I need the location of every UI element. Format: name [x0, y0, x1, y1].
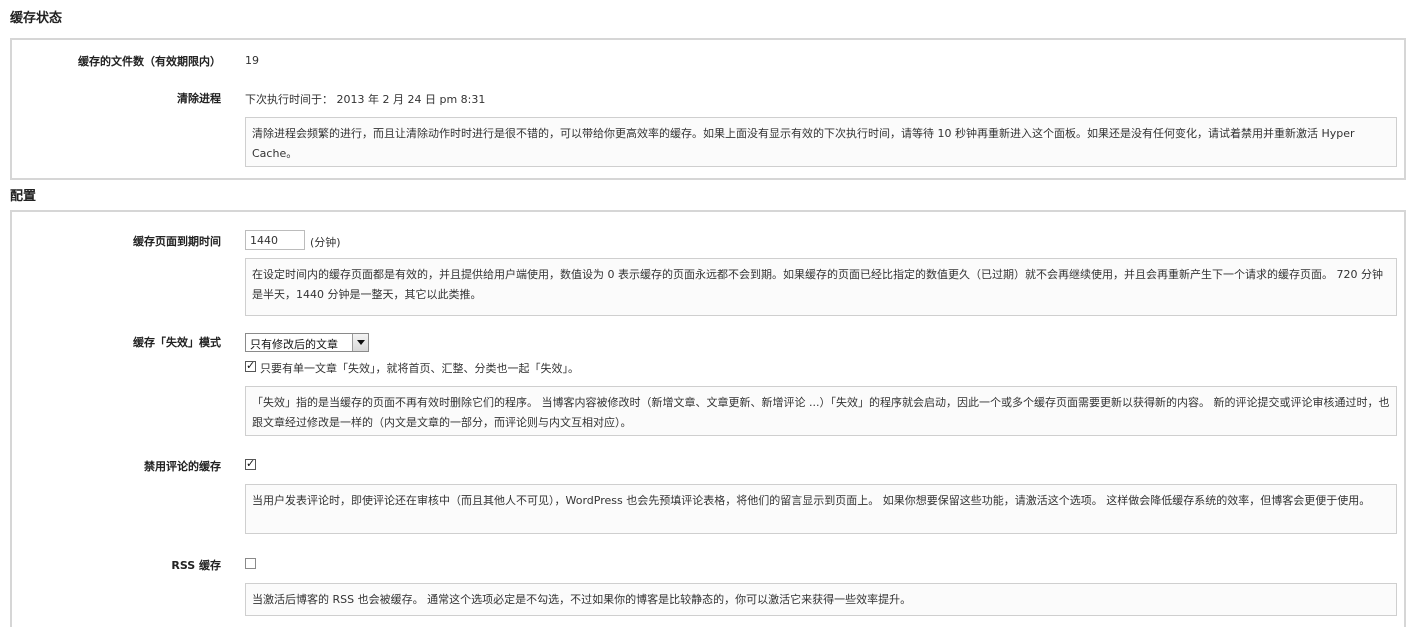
cache-status-title: 缓存状态 — [10, 11, 63, 26]
checkmark-icon: ✓ — [246, 359, 256, 372]
cleanup-description: 清除进程会频繁的进行，而且让清除动作时时进行是很不错的，可以带给你更高效率的缓存… — [245, 117, 1397, 167]
select-dropdown-button[interactable] — [352, 334, 368, 351]
disable-comments-label: 禁用评论的缓存 — [144, 460, 221, 473]
config-title: 配置 — [10, 189, 37, 204]
invalidation-mode-select[interactable]: 只有修改后的文章 — [245, 333, 369, 352]
chevron-down-icon — [357, 340, 365, 345]
invalidation-mode-value: 只有修改后的文章 — [250, 338, 338, 351]
expire-unit: (分钟) — [310, 236, 341, 249]
config-panel: 缓存页面到期时间 (分钟) 在设定时间内的缓存页面都是有效的，并且提供给用户端使… — [10, 210, 1406, 627]
file-count-value: 19 — [245, 54, 259, 67]
checkmark-icon: ✓ — [246, 457, 256, 470]
file-count-label: 缓存的文件数（有效期限内） — [78, 55, 221, 68]
rss-label: RSS 缓存 — [171, 559, 221, 572]
invalidate-home-label: 只要有单一文章「失效」，就将首页、汇整、分类也一起「失效」。 — [260, 362, 579, 375]
rss-description: 当激活后博客的 RSS 也会被缓存。 通常这个选项必定是不勾选，不过如果你的博客… — [245, 583, 1397, 616]
expire-description: 在设定时间内的缓存页面都是有效的，并且提供给用户端使用，数值设为 0 表示缓存的… — [245, 258, 1397, 316]
expire-minutes-input[interactable] — [245, 230, 305, 250]
cleanup-label: 清除进程 — [177, 92, 221, 105]
invalidate-home-checkbox[interactable]: ✓ — [245, 359, 256, 372]
cleanup-next-run: 下次执行时间于： 2013 年 2 月 24 日 pm 8:31 — [245, 93, 486, 106]
disable-comments-description: 当用户发表评论时，即使评论还在审核中（而且其他人不可见），WordPress 也… — [245, 484, 1397, 534]
invalidation-description: 「失效」指的是当缓存的页面不再有效时删除它们的程序。 当博客内容被修改时（新增文… — [245, 386, 1397, 436]
disable-comments-checkbox[interactable]: ✓ — [245, 457, 256, 470]
expire-label: 缓存页面到期时间 — [133, 235, 221, 248]
cache-status-panel: 缓存的文件数（有效期限内） 19 清除进程 下次执行时间于： 2013 年 2 … — [10, 38, 1406, 180]
rss-cache-checkbox[interactable] — [245, 558, 256, 569]
invalidation-label: 缓存「失效」模式 — [133, 336, 221, 349]
